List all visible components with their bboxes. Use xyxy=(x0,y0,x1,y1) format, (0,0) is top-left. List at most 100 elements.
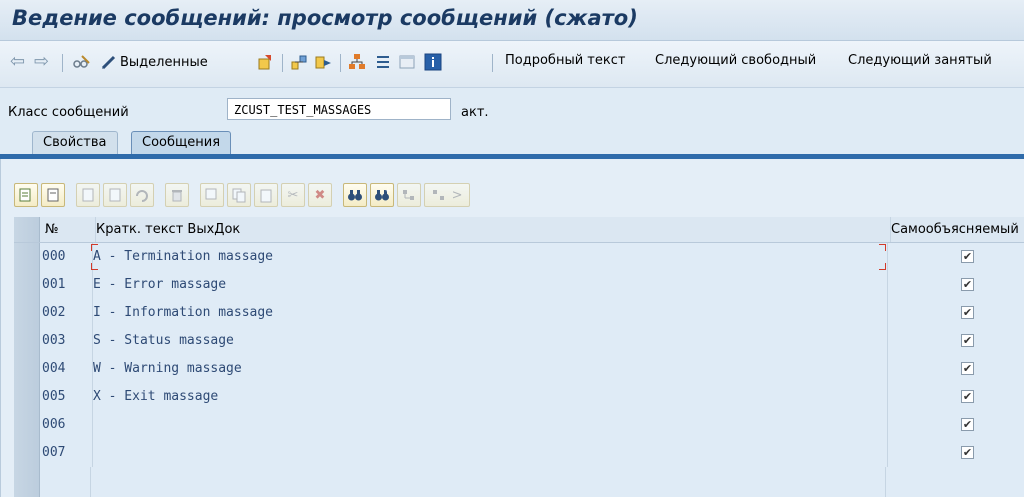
next-free-label: Следующий свободный xyxy=(655,53,817,68)
window-button[interactable] xyxy=(398,53,416,71)
back-button[interactable]: ⇦ xyxy=(10,53,25,71)
message-text-cell[interactable]: S - Status massage xyxy=(91,327,888,355)
insert-row-button[interactable] xyxy=(76,183,100,207)
focus-corner xyxy=(91,244,98,251)
paste-button[interactable] xyxy=(254,183,278,207)
table-row: 007 ✔ xyxy=(14,439,1024,468)
list-button[interactable] xyxy=(374,53,392,71)
copy-icon xyxy=(228,184,250,206)
highlighted-button[interactable]: Выделенные xyxy=(100,53,208,71)
self-explanatory-checkbox[interactable]: ✔ xyxy=(961,446,974,459)
self-explanatory-checkbox[interactable]: ✔ xyxy=(961,250,974,263)
glasses-pencil-icon xyxy=(72,53,90,71)
select-all-cell[interactable] xyxy=(14,217,40,242)
detail-text-button[interactable]: Подробный текст xyxy=(505,53,625,68)
message-number: 004 xyxy=(40,355,93,383)
detail-icon xyxy=(15,184,37,206)
undo-button[interactable] xyxy=(130,183,154,207)
expand-button[interactable] xyxy=(397,183,421,207)
messages-table: № Кратк. текст ВыхДок Самообъясняемый 00… xyxy=(14,217,1024,497)
more-button[interactable]: > xyxy=(424,183,470,207)
message-text-cell[interactable]: X - Exit massage xyxy=(91,383,888,411)
other-object-button[interactable] xyxy=(256,53,274,71)
arrow-right-icon: ⇨ xyxy=(34,51,50,72)
column-header-short-text[interactable]: Кратк. текст ВыхДок xyxy=(91,217,891,242)
message-text-cell[interactable]: A - Termination massage xyxy=(91,243,888,271)
column-header-self-explanatory[interactable]: Самообъясняемый xyxy=(886,217,1024,242)
navigation-button[interactable] xyxy=(348,53,366,71)
tab-messages[interactable]: Сообщения xyxy=(131,131,232,154)
self-explanatory-checkbox[interactable]: ✔ xyxy=(961,278,974,291)
forward-button[interactable]: ⇨ xyxy=(34,53,49,71)
detail-button[interactable] xyxy=(14,183,38,207)
self-explanatory-cell xyxy=(886,467,1024,497)
status-text: акт. xyxy=(461,105,489,120)
column-header-number[interactable]: № xyxy=(40,217,96,242)
select-all-icon xyxy=(42,184,64,206)
self-explanatory-checkbox[interactable]: ✔ xyxy=(961,362,974,375)
toolbar-separator xyxy=(282,54,283,72)
message-text-cell[interactable] xyxy=(91,467,886,497)
table-row: 001 E - Error massage ✔ xyxy=(14,271,1024,300)
append-row-button[interactable] xyxy=(103,183,127,207)
find-next-button[interactable]: + xyxy=(370,183,394,207)
svg-text:+: + xyxy=(385,187,390,195)
info-icon xyxy=(424,53,442,71)
message-text-cell[interactable]: I - Information massage xyxy=(91,299,888,327)
tree-icon xyxy=(348,53,366,71)
trash-icon xyxy=(166,184,188,206)
copy-button[interactable] xyxy=(227,183,251,207)
application-toolbar: ⇦ ⇨ Выделенные Подробный текст Следующий… xyxy=(0,41,1024,88)
delete-button[interactable] xyxy=(165,183,189,207)
next-free-button[interactable]: Следующий свободный xyxy=(655,53,816,68)
find-button[interactable] xyxy=(343,183,367,207)
list-icon xyxy=(374,53,392,71)
next-used-button[interactable]: Следующий занятый xyxy=(848,53,992,68)
toolbar-separator xyxy=(62,54,63,72)
message-text-cell[interactable]: E - Error massage xyxy=(91,271,888,299)
self-explanatory-checkbox[interactable]: ✔ xyxy=(961,390,974,403)
info-button[interactable] xyxy=(424,53,442,71)
cut-button[interactable]: ✂ xyxy=(281,183,305,207)
undo-icon xyxy=(131,184,153,206)
message-number: 006 xyxy=(40,411,93,439)
row-selector[interactable] xyxy=(14,327,40,355)
toolbar-separator xyxy=(492,54,493,72)
message-class-label: Класс сообщений xyxy=(8,105,129,120)
row-selector[interactable] xyxy=(14,439,40,467)
message-text-cell[interactable] xyxy=(91,411,888,439)
message-text-cell[interactable]: W - Warning massage xyxy=(91,355,888,383)
select-block-button[interactable] xyxy=(200,183,224,207)
self-explanatory-cell: ✔ xyxy=(886,327,1024,355)
tab-properties[interactable]: Свойства xyxy=(32,131,118,154)
self-explanatory-checkbox[interactable]: ✔ xyxy=(961,418,974,431)
display-change-button[interactable] xyxy=(72,53,90,71)
message-number: 000 xyxy=(40,243,93,271)
row-selector[interactable] xyxy=(14,383,40,411)
message-class-field[interactable]: ZCUST_TEST_MASSAGES xyxy=(227,98,451,120)
focus-corner xyxy=(91,263,98,270)
where-used-button[interactable] xyxy=(314,53,332,71)
row-selector[interactable] xyxy=(14,299,40,327)
table-row: 000 A - Termination massage ✔ xyxy=(14,243,1024,272)
toolbar-separator xyxy=(340,54,341,72)
table-row: 003 S - Status massage ✔ xyxy=(14,327,1024,356)
message-text-cell[interactable] xyxy=(91,439,888,467)
row-selector[interactable] xyxy=(14,467,40,497)
self-explanatory-checkbox[interactable]: ✔ xyxy=(961,334,974,347)
self-explanatory-cell: ✔ xyxy=(886,411,1024,439)
more-icon: > xyxy=(425,184,469,206)
row-selector[interactable] xyxy=(14,355,40,383)
binoculars-icon xyxy=(344,184,366,206)
self-explanatory-checkbox[interactable]: ✔ xyxy=(961,306,974,319)
row-selector[interactable] xyxy=(14,243,40,271)
detail-text-label: Подробный текст xyxy=(505,53,626,68)
pencil-icon xyxy=(100,53,118,71)
message-number: 001 xyxy=(40,271,93,299)
row-selector[interactable] xyxy=(14,411,40,439)
row-selector[interactable] xyxy=(14,271,40,299)
object-icon xyxy=(256,53,274,71)
check-button[interactable] xyxy=(290,53,308,71)
select-all-button[interactable] xyxy=(41,183,65,207)
cancel-button[interactable]: ✖ xyxy=(308,183,332,207)
